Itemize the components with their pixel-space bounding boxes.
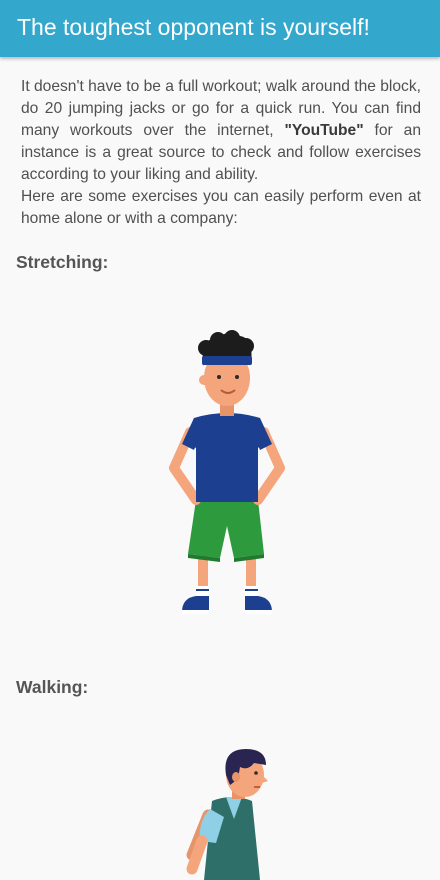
- page-title: The toughest opponent is yourself!: [17, 14, 370, 40]
- walking-heading: Walking:: [16, 677, 89, 697]
- intro-paragraph: It doesn't have to be a full workout; wa…: [21, 76, 421, 186]
- headband-icon: [202, 356, 252, 365]
- right-shoe-icon: [245, 596, 272, 612]
- walking-man-illustration: [186, 749, 268, 880]
- intro-text: It doesn't have to be a full workout; wa…: [21, 76, 421, 230]
- stretching-man-illustration: [169, 330, 285, 614]
- left-shoe-icon: [182, 596, 209, 612]
- youtube-highlight: "YouTube": [284, 122, 364, 139]
- app-header: The toughest opponent is yourself!: [0, 0, 440, 57]
- intro-second-paragraph: Here are some exercises you can easily p…: [21, 188, 421, 227]
- stretching-heading: Stretching:: [16, 252, 109, 272]
